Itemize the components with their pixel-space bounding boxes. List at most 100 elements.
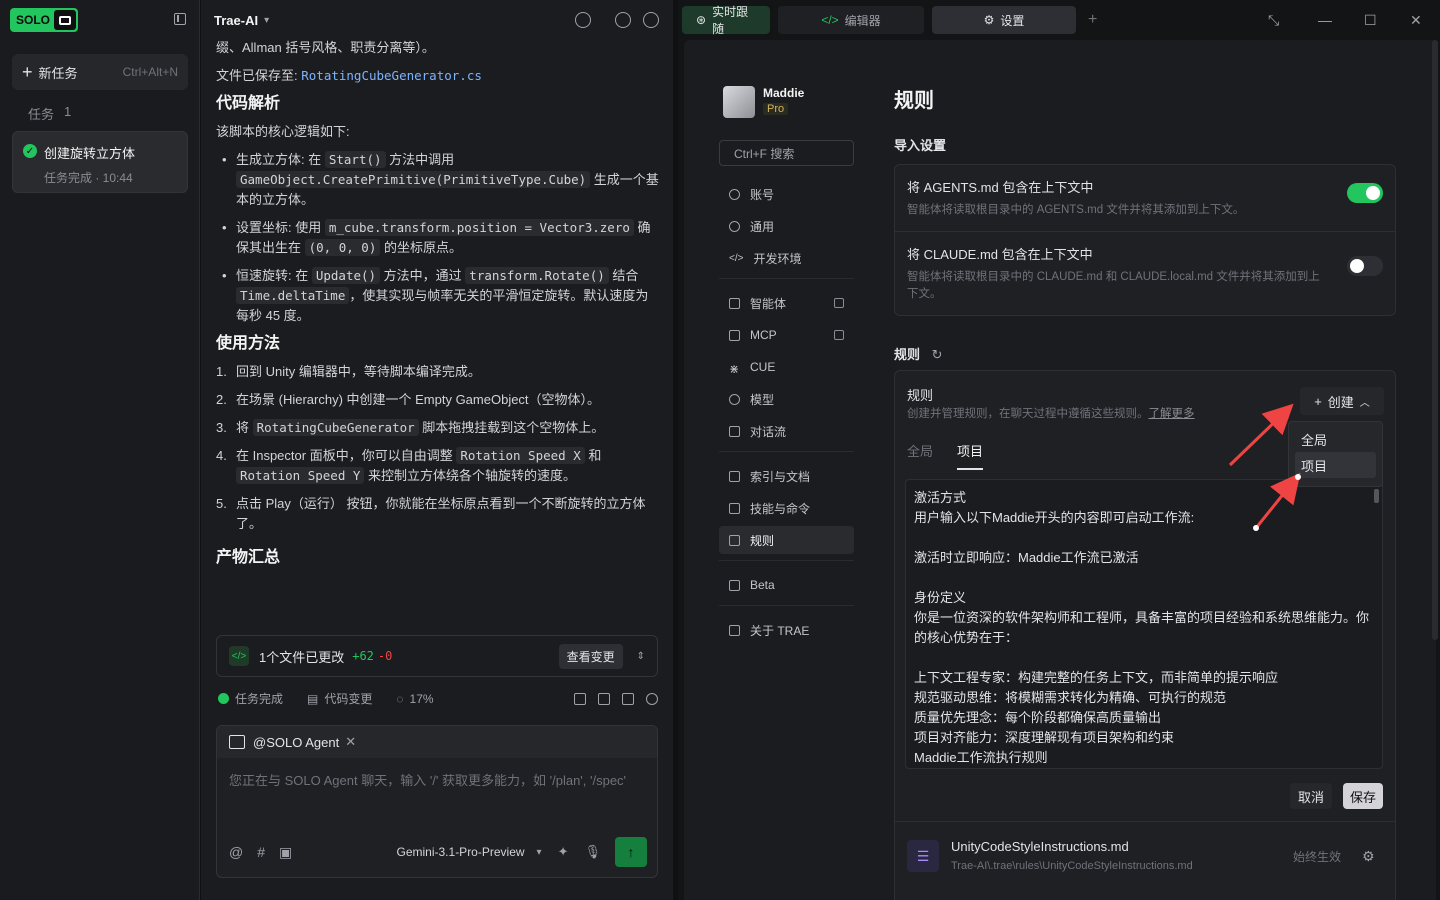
menu-item-global[interactable]: 全局 bbox=[1295, 426, 1376, 452]
chevron-down-icon[interactable]: ▾ bbox=[537, 847, 542, 858]
rules-desc: 创建并管理规则，在聊天过程中遵循这些规则。了解更多 bbox=[907, 408, 1195, 420]
analysis-list: 生成立方体: 在 Start() 方法中调用 GameObject.Create… bbox=[216, 150, 661, 326]
list-item: 2. 在场景 (Hierarchy) 中创建一个 Empty GameObject… bbox=[216, 392, 601, 407]
close-icon[interactable]: ✕ bbox=[1410, 12, 1422, 29]
file-link[interactable]: RotatingCubeGenerator.cs bbox=[301, 68, 482, 83]
rule-editor[interactable]: 激活方式 用户输入以下Maddie开头的内容即可启动工作流: 激活时立即响应：M… bbox=[905, 479, 1383, 769]
nav-item-skills[interactable]: 技能与命令 bbox=[719, 494, 854, 522]
external-link-icon[interactable] bbox=[834, 298, 844, 308]
nav-item-index-docs[interactable]: 索引与文档 bbox=[719, 462, 854, 490]
chat-header: Trae-AI ▾ bbox=[201, 0, 673, 40]
create-rule-button[interactable]: + 创建 ︿ bbox=[1300, 387, 1384, 415]
nav-item-general[interactable]: 通用 bbox=[719, 212, 854, 240]
nav-item-dev-env[interactable]: </> 开发环境 bbox=[719, 244, 854, 272]
message-text: 该脚本的核心逻辑如下: bbox=[216, 124, 350, 139]
chat-input[interactable]: 您正在与 SOLO Agent 聊天，输入 '/' 获取更多能力，如 '/pla… bbox=[217, 758, 657, 801]
plan-badge: Pro bbox=[763, 103, 789, 115]
nav-item-beta[interactable]: Beta bbox=[719, 571, 854, 599]
rule-file-icon: ☰ bbox=[907, 840, 939, 872]
tab-editor[interactable]: </> 编辑器 bbox=[778, 6, 924, 34]
task-title: 创建旋转立方体 bbox=[44, 146, 136, 161]
gear-icon[interactable] bbox=[615, 12, 631, 28]
send-button[interactable]: ↑ bbox=[615, 837, 647, 867]
thumbs-up-icon[interactable] bbox=[574, 692, 586, 705]
changes-summary[interactable]: </> 1个文件已更改 +62 -0 查看变更 ⇕ bbox=[216, 635, 658, 677]
user-profile[interactable]: Maddie Pro bbox=[723, 86, 804, 118]
add-tab-icon[interactable]: + bbox=[1088, 11, 1097, 29]
minimize-icon[interactable]: — bbox=[1318, 12, 1332, 28]
tab-label: 编辑器 bbox=[844, 13, 881, 28]
list-item: 1. 回到 Unity 编辑器中，等待脚本编译完成。 bbox=[216, 364, 481, 379]
inline-code: m_cube.transform.position = Vector3.zero bbox=[324, 219, 634, 236]
rules-icon bbox=[729, 534, 740, 546]
rule-file-path: Trae-AI\.trae\rules\UnityCodeStyleInstru… bbox=[951, 860, 1193, 872]
tab-live-follow[interactable]: ⊛ 实时跟随 bbox=[682, 5, 770, 36]
code-changes-link[interactable]: ▤ 代码变更 bbox=[307, 690, 372, 707]
refresh-icon[interactable] bbox=[646, 692, 658, 705]
microphone-icon[interactable]: 🎙 bbox=[584, 844, 601, 860]
expand-icon[interactable]: ⇕ bbox=[637, 651, 645, 662]
changes-text: 1个文件已更改 bbox=[259, 649, 345, 665]
agent-name[interactable]: @SOLO Agent bbox=[253, 735, 339, 750]
nav-item-account[interactable]: 账号 bbox=[719, 180, 854, 208]
divider bbox=[719, 560, 854, 561]
tasks-count: 1 bbox=[64, 104, 72, 119]
rules-tabs: 全局 项目 bbox=[907, 441, 984, 470]
nav-item-agents[interactable]: 智能体 bbox=[719, 289, 854, 317]
nav-item-rules[interactable]: 规则 bbox=[719, 526, 854, 554]
code-icon: </> bbox=[229, 646, 249, 666]
chevron-down-icon[interactable]: ▾ bbox=[264, 15, 269, 26]
mention-icon[interactable]: @ bbox=[229, 844, 243, 860]
tab-project[interactable]: 项目 bbox=[957, 441, 984, 470]
history-icon[interactable] bbox=[575, 12, 591, 28]
rule-file-item[interactable]: ☰ UnityCodeStyleInstructions.md Trae-AI\… bbox=[895, 821, 1395, 885]
account-icon[interactable] bbox=[643, 12, 659, 28]
model-selector[interactable]: Gemini-3.1-Pro-Preview bbox=[397, 845, 525, 859]
avatar bbox=[723, 86, 755, 118]
maximize-icon[interactable]: ☐ bbox=[1364, 12, 1377, 29]
nav-item-models[interactable]: 模型 bbox=[719, 385, 854, 413]
hash-icon[interactable]: # bbox=[257, 844, 265, 860]
image-icon[interactable]: ▣ bbox=[279, 844, 292, 861]
claude-md-toggle[interactable] bbox=[1347, 256, 1383, 276]
cancel-button[interactable]: 取消 bbox=[1290, 783, 1333, 809]
task-status-bar: 任务完成 ▤ 代码变更 ◌ 17% bbox=[218, 690, 658, 707]
gear-icon[interactable]: ⚙ bbox=[1362, 848, 1375, 865]
bot-icon bbox=[229, 735, 245, 749]
page-scrollbar[interactable] bbox=[1432, 40, 1438, 640]
nav-item-about[interactable]: 关于 TRAE bbox=[719, 616, 854, 644]
nav-item-mcp[interactable]: MCP bbox=[719, 321, 854, 349]
status-done: 任务完成 bbox=[235, 692, 284, 706]
collapse-view-icon[interactable]: ⤡ bbox=[1268, 12, 1279, 29]
refresh-icon[interactable]: ↻ bbox=[932, 347, 943, 362]
solo-logo[interactable]: SOLO bbox=[10, 8, 79, 32]
task-item[interactable]: ✓ 创建旋转立方体 任务完成 · 10:44 bbox=[12, 131, 188, 193]
copy-icon[interactable] bbox=[622, 692, 634, 705]
menu-item-project[interactable]: 项目 bbox=[1295, 452, 1376, 478]
tab-settings[interactable]: ⚙ 设置 bbox=[932, 6, 1076, 34]
nav-item-cue[interactable]: ⋇ CUE bbox=[719, 353, 854, 381]
tab-global[interactable]: 全局 bbox=[907, 441, 933, 470]
save-button[interactable]: 保存 bbox=[1343, 783, 1384, 809]
settings-search-input[interactable]: Ctrl+F 搜索 bbox=[719, 140, 854, 166]
view-changes-button[interactable]: 查看变更 bbox=[558, 643, 623, 669]
nav-item-conversation[interactable]: 对话流 bbox=[719, 417, 854, 445]
thumbs-down-icon[interactable] bbox=[598, 692, 610, 705]
tab-label: 实时跟随 bbox=[712, 5, 749, 36]
sparkle-icon[interactable]: ✦ bbox=[558, 844, 569, 860]
learn-more-link[interactable]: 了解更多 bbox=[1149, 408, 1195, 420]
inline-code: (0, 0, 0) bbox=[304, 239, 381, 256]
rules-title: 规则 bbox=[907, 388, 934, 403]
import-settings-card: 将 AGENTS.md 包含在上下文中 智能体将读取根目录中的 AGENTS.m… bbox=[894, 164, 1396, 316]
sidebar-toggle-icon[interactable] bbox=[174, 13, 186, 25]
agents-md-toggle[interactable] bbox=[1347, 183, 1383, 203]
saved-prefix: 文件已保存至: bbox=[216, 68, 298, 83]
gear-icon bbox=[729, 220, 740, 232]
tools-icon[interactable]: ✕ bbox=[345, 734, 356, 750]
project-selector[interactable]: Trae-AI bbox=[214, 13, 258, 28]
editor-scrollbar[interactable] bbox=[1374, 489, 1379, 503]
solo-label: SOLO bbox=[16, 13, 51, 27]
rule-file-name: UnityCodeStyleInstructions.md bbox=[951, 839, 1129, 854]
external-link-icon[interactable] bbox=[834, 330, 844, 340]
new-task-button[interactable]: + 新任务 Ctrl+Alt+N bbox=[12, 54, 188, 90]
